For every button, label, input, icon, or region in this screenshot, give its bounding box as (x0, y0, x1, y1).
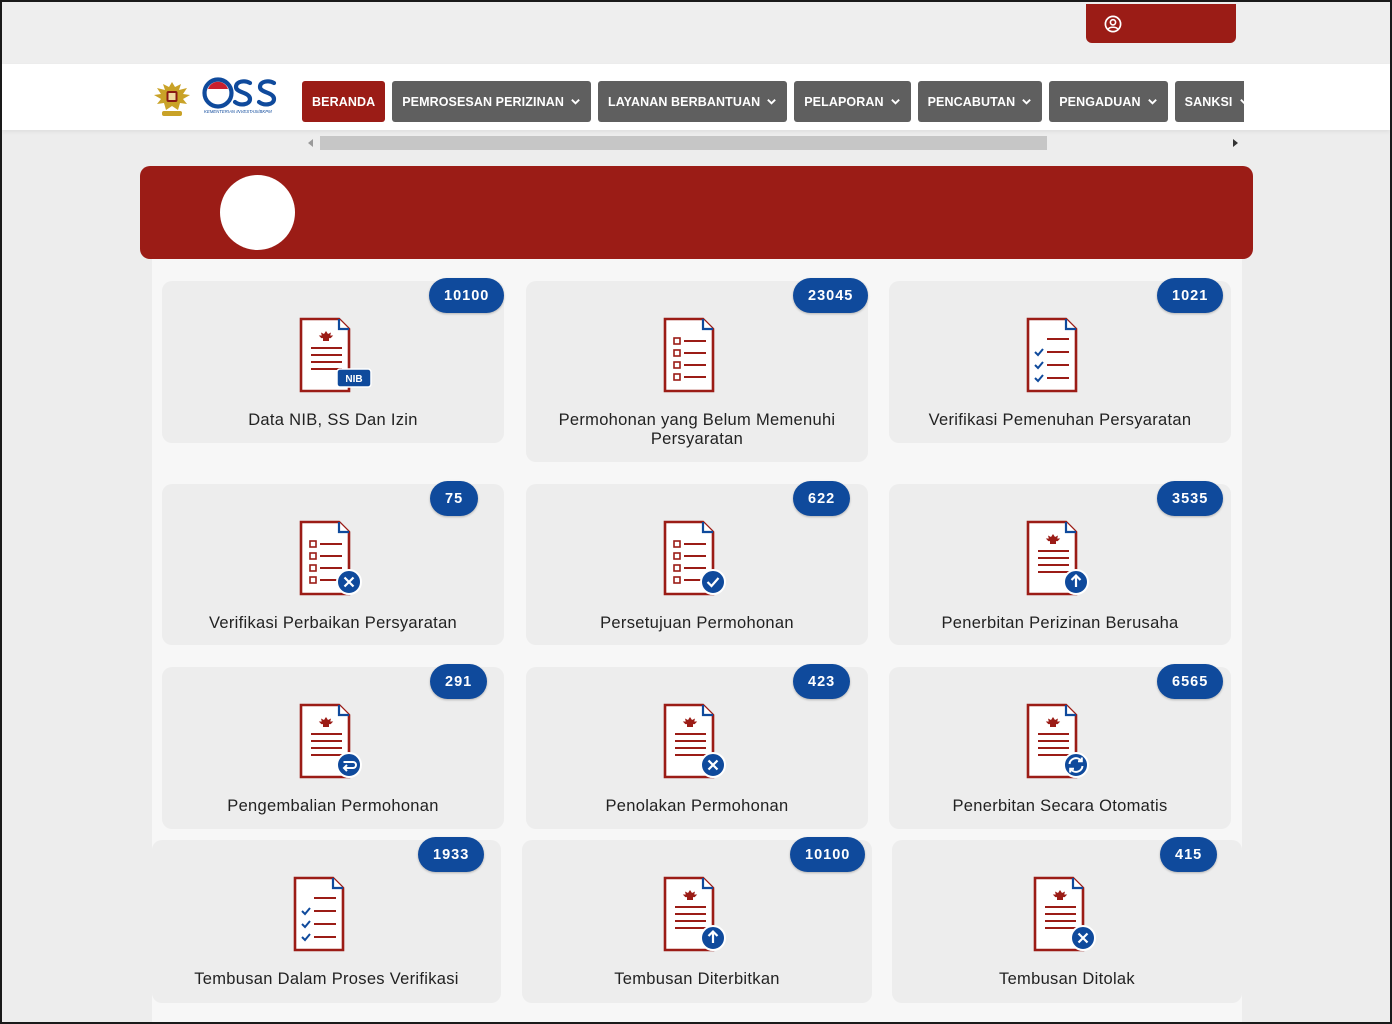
dashboard-card[interactable]: 10100 Tembusan Diterbitkan (522, 837, 872, 1003)
count-badge: 75 (430, 481, 479, 516)
chevron-down-icon (890, 99, 900, 105)
scroll-left-arrow-icon[interactable] (308, 139, 313, 147)
nav-item-label: PELAPORAN (804, 94, 884, 109)
chevron-down-icon (571, 99, 580, 105)
nav-horizontal-scrollbar[interactable] (304, 136, 1242, 150)
card-label: Data NIB, SS Dan Izin (248, 411, 418, 429)
count-badge: 10100 (429, 278, 505, 313)
profile-banner (140, 166, 1253, 259)
dashboard-card[interactable]: 1933 Tembusan Dalam Proses Verifikasi (152, 837, 501, 1003)
chevron-down-icon (767, 99, 777, 105)
count-badge: 622 (793, 481, 851, 516)
garuda-emblem-icon (154, 82, 190, 116)
scroll-right-arrow-icon[interactable] (1233, 139, 1238, 147)
document-nib-icon: NIB (299, 317, 375, 402)
nav-item-sanksi[interactable]: SANKSI (1174, 81, 1244, 122)
document-list-x-icon (299, 520, 375, 605)
count-badge: 423 (793, 664, 851, 699)
main-header: KEMENTERIAN INVESTASI/BKPM BERANDA PEMROS… (2, 64, 1390, 130)
avatar (220, 175, 295, 250)
card-label: Verifikasi Perbaikan Persyaratan (208, 614, 458, 632)
count-badge: 10100 (790, 837, 866, 872)
document-checklist-icon (293, 876, 369, 961)
main-nav: BERANDA PEMROSESAN PERIZINAN LAYANAN BERBA… (302, 81, 1244, 123)
count-badge: 1933 (418, 837, 485, 872)
card-label: Penerbitan Secara Otomatis (952, 797, 1168, 815)
oss-logo[interactable]: KEMENTERIAN INVESTASI/BKPM (202, 76, 290, 121)
document-upload-icon (1026, 520, 1102, 605)
nav-item-pencabutan[interactable]: PENCABUTAN (917, 81, 1043, 122)
document-sync-icon (1026, 703, 1102, 788)
svg-text:NIB: NIB (345, 374, 362, 385)
document-list-check-icon (663, 520, 739, 605)
dashboard-card[interactable]: 10100 NIB Data NIB, SS Dan Izin (162, 278, 505, 443)
count-badge: 23045 (793, 278, 869, 313)
nav-item-label: SANKSI (1184, 94, 1233, 109)
document-upload-icon (663, 876, 739, 961)
user-account-button[interactable] (1086, 4, 1236, 43)
nav-item-layanan-berbantuan[interactable]: LAYANAN BERBANTUAN (597, 81, 788, 122)
dashboard-card[interactable]: 423 Penolakan Permohonan (526, 664, 868, 829)
user-circle-icon (1104, 15, 1122, 32)
document-return-icon (299, 703, 375, 788)
nav-item-label: PENCABUTAN (927, 94, 1016, 109)
nav-item-pelaporan[interactable]: PELAPORAN (794, 81, 911, 122)
document-checklist-icon (1026, 317, 1102, 402)
nav-item-label: PENGADUAN (1059, 94, 1141, 109)
card-label: Pengembalian Permohonan (227, 797, 439, 815)
nav-item-pengaduan[interactable]: PENGADUAN (1049, 81, 1168, 122)
document-list-icon (663, 317, 739, 402)
nav-item-label: BERANDA (312, 94, 376, 109)
dashboard-card[interactable]: 291 Pengembalian Permohonan (162, 664, 504, 829)
chevron-down-icon (1022, 99, 1032, 105)
card-label: Tembusan Diterbitkan (614, 970, 780, 988)
card-label: Penerbitan Perizinan Berusaha (941, 614, 1179, 632)
dashboard-card[interactable]: 75 Verifikasi Perbaikan Persyaratan (162, 481, 504, 645)
document-reject-icon (663, 703, 739, 788)
card-label: Tembusan Dalam Proses Verifikasi (194, 970, 459, 988)
nav-item-label: PEMROSESAN PERIZINAN (402, 94, 564, 109)
dashboard-card[interactable]: 622 Persetujuan Permohonan (526, 481, 868, 645)
dashboard-card[interactable]: 415 Tembusan Ditolak (892, 837, 1242, 1003)
document-reject-icon (1033, 876, 1109, 961)
top-bar (2, 2, 1390, 64)
dashboard-card[interactable]: 3535 Penerbitan Perizinan Berusaha (889, 481, 1231, 645)
chevron-down-icon (1147, 99, 1157, 105)
count-badge: 415 (1160, 837, 1218, 872)
nav-item-label: LAYANAN BERBANTUAN (607, 94, 761, 109)
nav-item-pemrosesan-perizinan[interactable]: PEMROSESAN PERIZINAN (392, 81, 591, 122)
count-badge: 3535 (1157, 481, 1224, 516)
count-badge: 291 (430, 664, 488, 699)
count-badge: 6565 (1157, 664, 1224, 699)
chevron-down-icon (1239, 99, 1244, 105)
scrollbar-thumb[interactable] (320, 136, 1047, 150)
dashboard-card[interactable]: 6565 Penerbitan Secara Otomatis (889, 664, 1231, 829)
dashboard-card[interactable]: 23045 Permohonan yang Belum Memenuhi Per… (526, 278, 869, 462)
dashboard-card[interactable]: 1021 Verifikasi Pemenuhan Persyaratan (889, 278, 1231, 443)
card-label: Persetujuan Permohonan (600, 614, 794, 632)
oss-logo-subtext: KEMENTERIAN INVESTASI/BKPM (204, 109, 272, 114)
card-label: Tembusan Ditolak (999, 970, 1135, 988)
count-badge: 1021 (1157, 278, 1224, 313)
card-label: Verifikasi Pemenuhan Persyaratan (928, 411, 1192, 429)
card-label: Penolakan Permohonan (605, 797, 789, 815)
nav-item-beranda[interactable]: BERANDA (302, 81, 386, 122)
card-label: Permohonan yang Belum Memenuhi Persyarat… (558, 411, 836, 448)
